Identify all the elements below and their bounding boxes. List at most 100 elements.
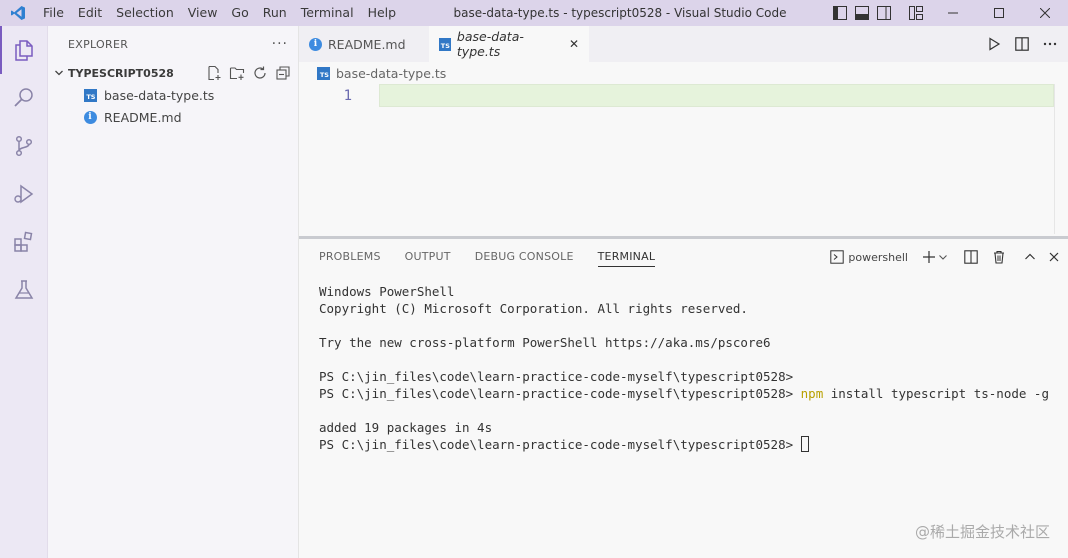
- vscode-logo-icon: [0, 0, 36, 26]
- info-file-icon: i: [82, 109, 98, 125]
- chevron-down-icon[interactable]: [938, 248, 948, 266]
- tab-label: base-data-type.ts: [456, 29, 524, 59]
- menu-run[interactable]: Run: [256, 0, 294, 26]
- tab-readme[interactable]: i README.md: [299, 26, 429, 62]
- info-badge: i: [83, 110, 97, 124]
- window-title: base-data-type.ts - typescript0528 - Vis…: [453, 6, 787, 20]
- folder-name: TYPESCRIPT0528: [68, 66, 174, 80]
- terminal-line: added 19 packages in 4s: [319, 420, 493, 435]
- bottom-panel: PROBLEMS OUTPUT DEBUG CONSOLE TERMINAL p…: [299, 236, 1068, 558]
- split-editor-icon[interactable]: [1014, 36, 1030, 52]
- editor-actions: [986, 26, 1058, 62]
- menu-terminal[interactable]: Terminal: [294, 0, 361, 26]
- run-debug-icon[interactable]: [0, 170, 48, 218]
- extensions-icon[interactable]: [0, 218, 48, 266]
- source-control-icon[interactable]: [0, 122, 48, 170]
- panel-tabs: PROBLEMS OUTPUT DEBUG CONSOLE TERMINAL p…: [299, 239, 1068, 275]
- maximize-icon[interactable]: [976, 0, 1022, 26]
- terminal-args: install typescript ts-node -g: [823, 386, 1049, 401]
- panel-actions: powershell: [830, 239, 1060, 275]
- editor-scrollbar[interactable]: [1054, 84, 1055, 234]
- editor-area: i README.md TS base-data-type.ts ✕ TS ba…: [299, 26, 1068, 236]
- new-terminal-icon[interactable]: [922, 248, 936, 266]
- shell-name: powershell: [848, 250, 908, 264]
- toggle-primary-sidebar-icon[interactable]: [832, 5, 848, 21]
- more-actions-icon[interactable]: [1042, 36, 1058, 52]
- terminal-command: npm: [800, 386, 824, 401]
- collapse-all-icon[interactable]: [274, 64, 292, 82]
- menu-go[interactable]: Go: [224, 0, 255, 26]
- menu-view[interactable]: View: [181, 0, 225, 26]
- tab-debug-console[interactable]: DEBUG CONSOLE: [463, 239, 586, 275]
- current-line-highlight[interactable]: [379, 84, 1054, 107]
- file-item[interactable]: i README.md: [48, 106, 298, 128]
- tab-base-data-type[interactable]: TS base-data-type.ts ✕: [429, 26, 589, 62]
- new-file-icon[interactable]: [205, 64, 223, 82]
- close-panel-icon[interactable]: [1048, 248, 1060, 266]
- maximize-panel-icon[interactable]: [1024, 248, 1036, 266]
- watermark: @稀土掘金技术社区: [914, 523, 1050, 541]
- menu-selection[interactable]: Selection: [109, 0, 181, 26]
- tab-label: README.md: [328, 36, 406, 52]
- menu-edit[interactable]: Edit: [71, 0, 109, 26]
- breadcrumb-file[interactable]: base-data-type.ts: [336, 66, 446, 81]
- testing-icon[interactable]: [0, 266, 48, 314]
- terminal-line: Windows PowerShell: [319, 284, 455, 299]
- terminal-cursor: [800, 436, 809, 452]
- menu-bar: File Edit Selection View Go Run Terminal…: [36, 0, 403, 26]
- terminal-shell-selector[interactable]: powershell: [830, 248, 908, 266]
- window-controls: [930, 0, 1068, 26]
- layout-controls: [832, 0, 924, 26]
- toggle-secondary-sidebar-icon[interactable]: [876, 5, 892, 21]
- terminal-prompt-line: PS C:\jin_files\code\learn-practice-code…: [319, 436, 1048, 453]
- title-bar: File Edit Selection View Go Run Terminal…: [0, 0, 1068, 26]
- file-name: README.md: [104, 109, 182, 125]
- ts-file-icon: TS: [317, 66, 330, 80]
- close-window-icon[interactable]: [1022, 0, 1068, 26]
- terminal-output[interactable]: Windows PowerShell Copyright (C) Microso…: [299, 275, 1068, 461]
- terminal-prompt: PS C:\jin_files\code\learn-practice-code…: [319, 386, 801, 401]
- terminal-line: Copyright (C) Microsoft Corporation. All…: [319, 301, 748, 316]
- split-terminal-icon[interactable]: [964, 248, 978, 266]
- terminal-icon: [830, 250, 845, 264]
- search-icon[interactable]: [0, 74, 48, 122]
- minimize-icon[interactable]: [930, 0, 976, 26]
- chevron-down-icon[interactable]: [52, 66, 66, 80]
- trash-icon[interactable]: [992, 248, 1006, 266]
- editor-tabs: i README.md TS base-data-type.ts ✕: [299, 26, 1068, 62]
- tab-label: DEBUG CONSOLE: [474, 250, 574, 263]
- close-tab-icon[interactable]: ✕: [569, 37, 579, 51]
- terminal-line: PS C:\jin_files\code\learn-practice-code…: [319, 369, 794, 384]
- new-folder-icon[interactable]: [228, 64, 246, 82]
- refresh-icon[interactable]: [251, 64, 269, 82]
- explorer-sidebar: EXPLORER ··· TYPESCRIPT0528 TS base-data…: [48, 26, 299, 558]
- tab-problems[interactable]: PROBLEMS: [307, 239, 393, 275]
- ts-file-icon: TS: [82, 87, 98, 103]
- tab-label: TERMINAL: [597, 250, 656, 267]
- tab-output[interactable]: OUTPUT: [393, 239, 463, 275]
- ts-file-icon: TS: [439, 37, 451, 51]
- workspace-folder[interactable]: TYPESCRIPT0528: [48, 62, 298, 84]
- explorer-icon[interactable]: [0, 26, 48, 74]
- breadcrumb: TS base-data-type.ts: [299, 62, 1068, 84]
- toggle-panel-icon[interactable]: [854, 5, 870, 21]
- folder-actions: [205, 64, 298, 82]
- explorer-title: EXPLORER: [68, 37, 129, 51]
- code-line[interactable]: 1: [299, 84, 1054, 108]
- run-icon[interactable]: [986, 36, 1002, 52]
- ts-badge: TS: [83, 88, 97, 102]
- customize-layout-icon[interactable]: [908, 5, 924, 21]
- tab-label: OUTPUT: [404, 250, 451, 263]
- activity-bar: [0, 26, 48, 558]
- more-actions-icon[interactable]: ···: [272, 36, 288, 52]
- menu-help[interactable]: Help: [361, 0, 404, 26]
- line-number: 1: [343, 88, 352, 104]
- terminal-line: Try the new cross-platform PowerShell ht…: [319, 335, 771, 350]
- tab-label: PROBLEMS: [319, 250, 381, 263]
- terminal-command-line: PS C:\jin_files\code\learn-practice-code…: [319, 385, 1049, 402]
- tab-terminal[interactable]: TERMINAL: [586, 239, 668, 275]
- menu-file[interactable]: File: [36, 0, 71, 26]
- file-item[interactable]: TS base-data-type.ts: [48, 84, 298, 106]
